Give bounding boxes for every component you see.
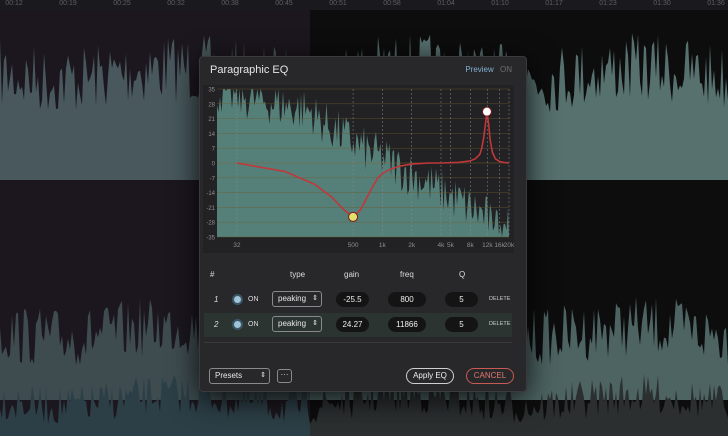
preview-toggle[interactable]: Preview ON	[465, 65, 512, 74]
apply-eq-button[interactable]: Apply EQ	[406, 368, 454, 384]
header-gain: gain	[344, 270, 360, 279]
y-tick-label: 35	[208, 88, 215, 94]
band-type-value: peaking	[278, 319, 307, 328]
ruler-tick-label: 00:19	[59, 0, 77, 7]
ruler-tick-label: 00:12	[5, 0, 23, 7]
band-number: 2	[214, 320, 219, 329]
band-q-input[interactable]: 5	[445, 317, 478, 332]
x-tick-label: 4k	[438, 242, 446, 249]
ruler-tick-label: 01:36	[707, 0, 725, 7]
band-toggle-icon[interactable]	[232, 294, 243, 305]
band-on-label: ON	[248, 321, 259, 328]
ruler-tick-label: 00:38	[221, 0, 239, 7]
band-type-select[interactable]: peaking ⇕	[272, 316, 322, 332]
footer-divider	[204, 342, 512, 343]
y-tick-label: 28	[208, 102, 215, 108]
y-tick-label: 14	[208, 132, 215, 138]
y-tick-label: 21	[208, 117, 215, 123]
ruler-tick-label: 01:17	[545, 0, 563, 7]
y-tick-label: -21	[206, 206, 215, 212]
y-tick-label: -14	[206, 191, 215, 197]
ruler-tick-label: 00:51	[329, 0, 347, 7]
eq-graph[interactable]: 3528211470-7-14-21-28-3532 500 1k 2k 4k 5k 8k 1…	[203, 85, 514, 253]
up-down-arrow-icon: ⇕	[312, 320, 318, 327]
header-type: type	[290, 270, 306, 279]
band-delete-button[interactable]: DELETE	[489, 296, 510, 302]
y-tick-label: -28	[206, 221, 215, 227]
presets-label: Presets	[215, 371, 243, 380]
band-type-value: peaking	[278, 294, 307, 303]
preview-state: ON	[500, 65, 512, 74]
header-num: #	[210, 270, 215, 279]
band-toggle-icon[interactable]	[232, 319, 243, 330]
band-gain-input[interactable]: 24.27	[336, 317, 369, 332]
y-tick-label: -7	[210, 176, 216, 182]
eq-band-handle[interactable]	[481, 106, 492, 117]
up-down-arrow-icon: ⇕	[312, 295, 318, 302]
x-tick-label: 500	[348, 242, 359, 249]
x-tick-label: 32	[233, 242, 241, 249]
y-tick-label: -35	[206, 236, 215, 242]
more-options-button[interactable]: ···	[277, 369, 292, 383]
band-gain-input[interactable]: -25.5	[336, 292, 369, 307]
up-down-arrow-icon: ⇕	[260, 372, 266, 379]
ruler-tick-label: 00:25	[113, 0, 131, 7]
ruler-tick-label: 01:04	[437, 0, 455, 7]
x-tick-label: 12k	[482, 242, 493, 249]
band-freq-input[interactable]: 11866	[388, 317, 426, 332]
x-tick-label: 20k	[504, 242, 514, 249]
band-type-select[interactable]: peaking ⇕	[272, 291, 322, 307]
x-tick-label: 1k	[379, 242, 387, 249]
ruler-tick-label: 00:45	[275, 0, 293, 7]
preview-label: Preview	[465, 65, 494, 74]
dialog-title: Paragraphic EQ	[210, 64, 289, 76]
timeline-ruler[interactable]: 00:12 00:19 00:25 00:32 00:38 00:45 00:51 00:58…	[0, 0, 728, 10]
band-q-input[interactable]: 5	[445, 292, 478, 307]
ruler-tick-label: 01:10	[491, 0, 509, 7]
x-tick-label: 8k	[467, 242, 475, 249]
band-number: 1	[214, 295, 219, 304]
band-row: 1 ON peaking ⇕ -25.5 800 5 DELETE	[204, 288, 512, 312]
cancel-button[interactable]: CANCEL	[466, 368, 514, 384]
header-freq: freq	[400, 270, 414, 279]
x-tick-label: 5k	[447, 242, 455, 249]
header-q: Q	[459, 270, 466, 279]
band-on-label: ON	[248, 296, 259, 303]
ruler-tick-label: 01:30	[653, 0, 671, 7]
ruler-tick-label: 00:32	[167, 0, 185, 7]
band-delete-button[interactable]: DELETE	[489, 321, 510, 327]
band-row: 2 ON peaking ⇕ 24.27 11866 5 DELETE	[204, 313, 512, 337]
band-freq-input[interactable]: 800	[388, 292, 426, 307]
presets-select[interactable]: Presets ⇕	[209, 368, 270, 384]
x-tick-label: 2k	[408, 242, 416, 249]
bands-header: # type gain freq Q	[204, 270, 512, 284]
ruler-tick-label: 01:23	[599, 0, 617, 7]
eq-band-handle[interactable]	[348, 211, 359, 222]
paragraphic-eq-dialog: Paragraphic EQ Preview ON 35 28 21 14 7 0 -7 -1…	[199, 56, 527, 392]
ruler-tick-label: 00:58	[383, 0, 401, 7]
